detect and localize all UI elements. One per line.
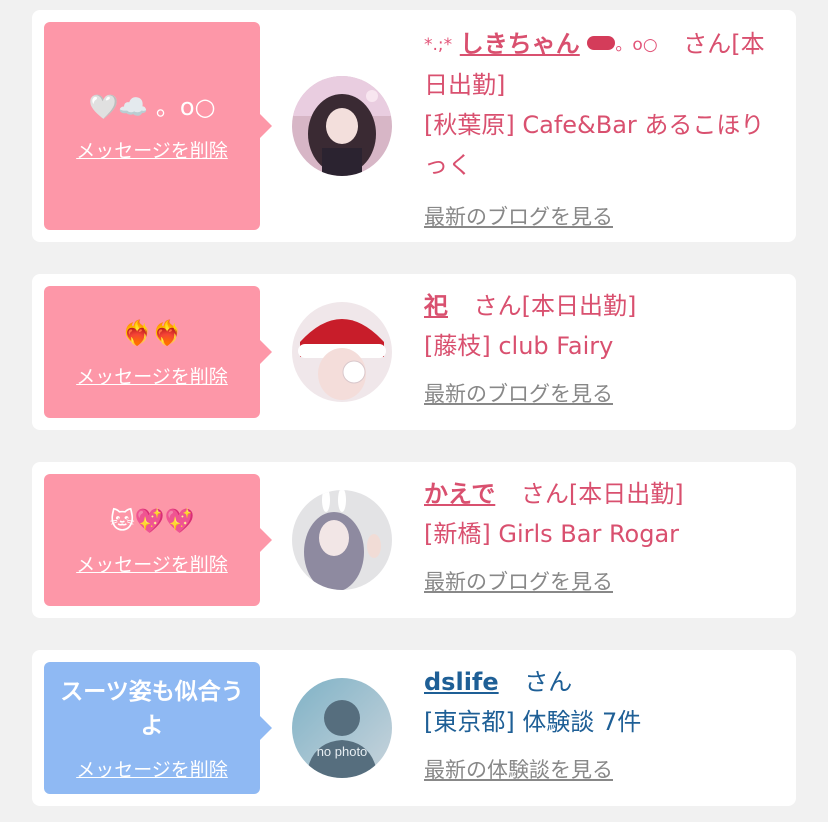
avatar-photo (292, 76, 392, 176)
sender-line: かえで さん[本日出勤] (424, 474, 782, 514)
message-text: 🤍☁️ 。o○ (88, 92, 216, 121)
delete-message-link[interactable]: メッセージを削除 (76, 136, 228, 163)
delete-message-link[interactable]: メッセージを削除 (76, 755, 228, 782)
message-list: 🤍☁️ 。o○ メッセージを削除 *.;* しきちゃん 。o○ さん[本日出勤]… (0, 0, 828, 822)
sender-info: かえで さん[本日出勤] [新橋] Girls Bar Rogar 最新のブログ… (424, 474, 782, 596)
message-card: ❤️‍🔥❤️‍🔥 メッセージを削除 祀 さん[本日出勤] [藤枝] club F… (32, 274, 796, 430)
latest-blog-link[interactable]: 最新のブログを見る (424, 570, 613, 594)
delete-message-link[interactable]: メッセージを削除 (76, 550, 228, 577)
message-text: ❤️‍🔥❤️‍🔥 (122, 318, 182, 347)
sender-info: *.;* しきちゃん 。o○ さん[本日出勤] [秋葉原] Cafe&Bar あ… (424, 24, 782, 231)
avatar-photo (292, 302, 392, 402)
no-photo-label: no photo (317, 744, 368, 759)
sender-info: 祀 さん[本日出勤] [藤枝] club Fairy 最新のブログを見る (424, 286, 782, 408)
latest-review-link[interactable]: 最新の体験談を見る (424, 758, 613, 782)
sender-line: 祀 さん[本日出勤] (424, 286, 782, 326)
latest-blog-link[interactable]: 最新のブログを見る (424, 205, 613, 229)
shop-label: [東京都] 体験談 7件 (424, 708, 642, 736)
message-bubble: 🤍☁️ 。o○ メッセージを削除 (44, 22, 272, 230)
sender-info: dslife さん [東京都] 体験談 7件 最新の体験談を見る (424, 662, 782, 784)
avatar-photo (292, 490, 392, 590)
message-card: 🐱💖💖 メッセージを削除 かえで さん[本日出勤] [新橋] Girls Bar… (32, 462, 796, 618)
sender-line: *.;* しきちゃん 。o○ さん[本日出勤] (424, 24, 782, 105)
shop-label: [新橋] Girls Bar Rogar (424, 520, 680, 548)
sender-name-link[interactable]: dslife (424, 668, 499, 696)
delete-message-link[interactable]: メッセージを削除 (76, 362, 228, 389)
avatar[interactable] (292, 490, 392, 590)
honorific-status: さん (524, 668, 573, 696)
message-bubble: 🐱💖💖 メッセージを削除 (44, 474, 272, 606)
avatar[interactable] (292, 302, 392, 402)
sender-line: dslife さん (424, 662, 782, 702)
bubble-decoration: 。o○ (615, 35, 658, 55)
honorific-status: さん[本日出勤] (473, 292, 637, 320)
message-text: 🐱💖💖 (109, 506, 195, 535)
sender-name-link[interactable]: 祀 (424, 292, 448, 320)
honorific-status: さん[本日出勤] (520, 480, 684, 508)
no-photo-avatar: no photo (292, 678, 392, 778)
shop-label: [秋葉原] Cafe&Bar あるこほりっく (424, 111, 765, 179)
message-text: スーツ姿も似合うよ (60, 678, 244, 739)
sparkle-decoration: *.;* (424, 35, 453, 55)
message-card: 🤍☁️ 。o○ メッセージを削除 *.;* しきちゃん 。o○ さん[本日出勤]… (32, 10, 796, 242)
message-card: スーツ姿も似合うよ メッセージを削除 no photo dslife さん [東… (32, 650, 796, 806)
avatar[interactable] (292, 76, 392, 176)
sender-name-link[interactable]: かえで (424, 480, 495, 508)
avatar[interactable]: no photo (292, 678, 392, 778)
message-bubble: ❤️‍🔥❤️‍🔥 メッセージを削除 (44, 286, 272, 418)
shop-label: [藤枝] club Fairy (424, 332, 614, 360)
cloud-icon (587, 36, 616, 50)
sender-name-link[interactable]: しきちゃん (460, 30, 580, 58)
latest-blog-link[interactable]: 最新のブログを見る (424, 382, 613, 406)
message-bubble: スーツ姿も似合うよ メッセージを削除 (44, 662, 272, 794)
